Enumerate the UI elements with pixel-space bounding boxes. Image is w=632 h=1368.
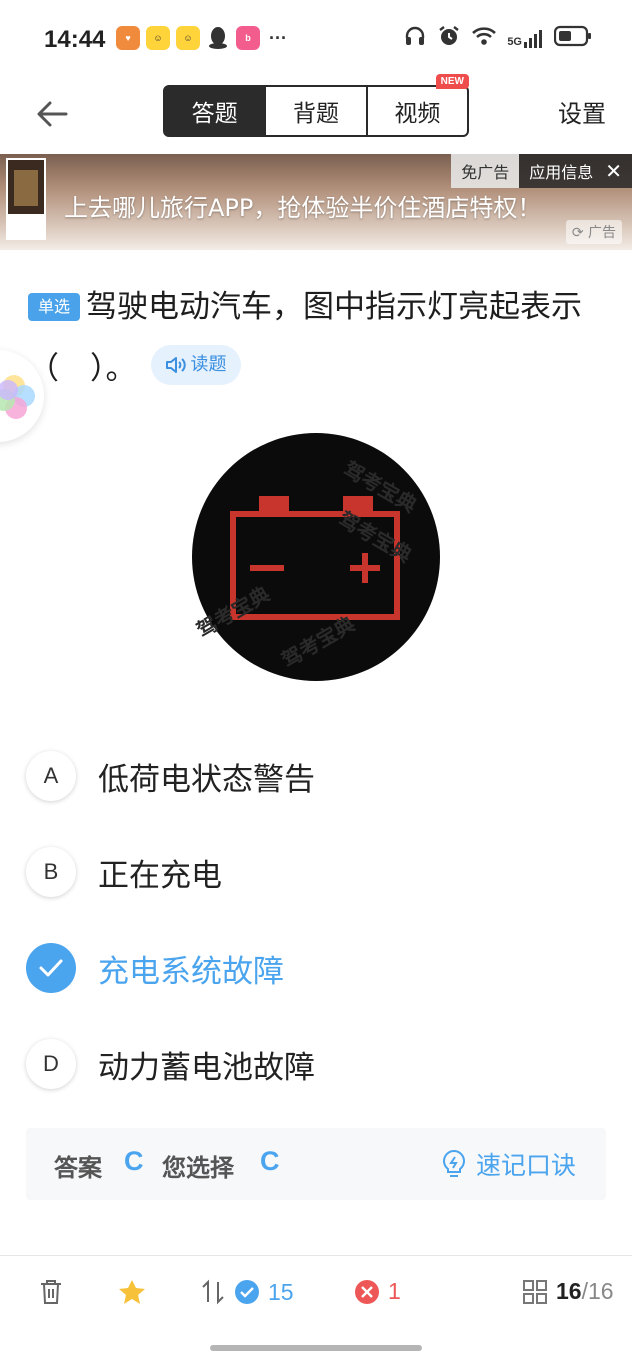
home-indicator[interactable] xyxy=(210,1345,422,1351)
ad-thumbnail xyxy=(6,158,46,240)
signal-5g-icon: 5G xyxy=(507,28,544,48)
arrow-left-icon xyxy=(37,101,68,127)
star-icon xyxy=(119,1280,145,1304)
wrong-count: 1 xyxy=(388,1278,401,1304)
option-text: 充电系统故障 xyxy=(98,953,284,990)
answer-label: 答案 xyxy=(54,1154,102,1182)
question-index-button[interactable]: 16/16 xyxy=(522,1278,614,1305)
status-time: 14:44 xyxy=(44,26,106,53)
option-c[interactable]: 充电系统故障 xyxy=(26,938,606,998)
ad-label: ⟳ 广告 xyxy=(565,220,622,244)
app-notify-icon: ☺ xyxy=(176,26,200,50)
correct-stat[interactable]: 15 xyxy=(200,1278,294,1306)
answer-value: C xyxy=(124,1146,144,1176)
page-indicator: 16/16 xyxy=(556,1278,614,1304)
option-b[interactable]: B 正在充电 xyxy=(26,842,606,902)
status-right: 5G xyxy=(403,24,592,52)
alarm-icon xyxy=(437,24,461,52)
favorite-button[interactable] xyxy=(117,1278,147,1306)
refresh-icon: ⟳ xyxy=(571,225,584,241)
new-badge: NEW xyxy=(435,74,469,89)
x-circle-icon xyxy=(355,1279,379,1304)
headphones-icon xyxy=(403,24,427,52)
option-key: B xyxy=(26,847,76,897)
speaker-icon xyxy=(165,357,186,373)
app-notify-icon: ☺ xyxy=(146,26,170,50)
lightbulb-icon xyxy=(443,1149,465,1177)
answer-panel: 答案 C 您选择 C 速记口诀 xyxy=(26,1128,606,1200)
question-text: 驾驶电动汽车，图中指示灯亮起表示（ ）。 xyxy=(28,289,583,387)
header: 答题 背题 视频 NEW 设置 xyxy=(0,74,632,152)
option-key: A xyxy=(26,751,76,801)
check-circle-icon xyxy=(235,1280,259,1304)
option-a[interactable]: A 低荷电状态警告 xyxy=(26,746,606,806)
settings-button[interactable]: 设置 xyxy=(558,94,606,129)
grid-icon xyxy=(523,1279,547,1304)
delete-button[interactable] xyxy=(38,1278,64,1306)
battery-icon xyxy=(553,25,592,51)
trash-icon xyxy=(41,1280,61,1304)
option-text: 低荷电状态警告 xyxy=(98,761,315,798)
question: 单选 驾驶电动汽车，图中指示灯亮起表示（ ）。 读题 xyxy=(28,276,608,400)
status-bar: 14:44 ♥ ☺ ☺ b ··· 5G xyxy=(0,0,632,80)
correct-count: 15 xyxy=(268,1278,294,1305)
option-text: 动力蓄电池故障 xyxy=(98,1049,315,1086)
tab-answer[interactable]: 答题 xyxy=(165,87,267,135)
qq-icon xyxy=(206,26,230,50)
bottom-bar: 15 1 16/16 xyxy=(0,1256,632,1336)
notification-icons: ♥ ☺ ☺ b ··· xyxy=(116,26,290,50)
back-button[interactable] xyxy=(28,90,76,138)
app-notify-icon: ♥ xyxy=(116,26,140,50)
tab-memorize[interactable]: 背题 xyxy=(266,87,368,135)
ad-banner[interactable]: 免广告 应用信息 ✕ 上去哪儿旅行APP，抢体验半价住酒店特权！ ⟳ 广告 xyxy=(0,154,632,250)
option-d[interactable]: D 动力蓄电池故障 xyxy=(26,1034,606,1094)
app-notify-icon: b xyxy=(236,26,260,50)
wifi-icon xyxy=(471,25,497,51)
mnemonic-button[interactable]: 速记口诀 xyxy=(440,1146,576,1182)
question-image: 驾考宝典 驾考宝典 驾考宝典 驾考宝典 xyxy=(192,433,440,681)
chosen-label: 您选择 xyxy=(162,1154,234,1182)
mode-tabs: 答题 背题 视频 NEW xyxy=(163,74,469,137)
ad-text: 上去哪儿旅行APP，抢体验半价住酒店特权！ xyxy=(64,194,542,222)
option-text: 正在充电 xyxy=(98,857,222,894)
wrong-stat[interactable]: 1 xyxy=(354,1278,401,1305)
check-icon xyxy=(26,943,76,993)
sort-icon xyxy=(202,1279,224,1305)
option-key: D xyxy=(26,1039,76,1089)
close-icon[interactable]: ✕ xyxy=(605,159,622,183)
remove-ads-button[interactable]: 免广告 xyxy=(451,154,520,188)
question-type-badge: 单选 xyxy=(28,293,81,321)
read-question-button[interactable]: 读题 xyxy=(150,345,241,385)
app-info-button[interactable]: 应用信息 ✕ xyxy=(519,154,632,188)
ad-controls: 免广告 应用信息 ✕ xyxy=(451,154,632,188)
tab-video[interactable]: 视频 NEW xyxy=(368,74,469,135)
more-dots-icon: ··· xyxy=(269,27,287,48)
chosen-value: C xyxy=(260,1146,280,1176)
